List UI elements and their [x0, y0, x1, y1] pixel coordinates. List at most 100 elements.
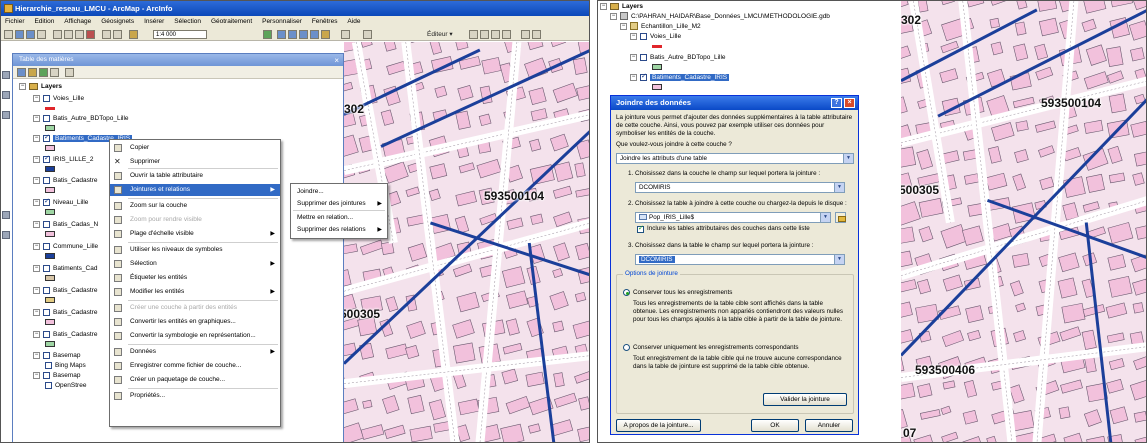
paste-icon[interactable] — [75, 30, 84, 39]
cancel-button[interactable]: Annuler — [805, 419, 853, 432]
layer-visibility-checkbox[interactable] — [640, 32, 647, 40]
menu-selection[interactable]: Sélection — [174, 18, 201, 25]
collapse-icon[interactable]: − — [19, 82, 26, 90]
menu-edition[interactable]: Edition — [34, 18, 54, 25]
layer-visibility-checkbox[interactable] — [640, 53, 647, 61]
include-layer-tables-checkbox[interactable] — [637, 224, 644, 233]
tree-root[interactable]: − Layers — [600, 2, 643, 12]
toc-layer-row[interactable]: − Batis_Cadastre — [33, 176, 97, 186]
menu-affichage[interactable]: Affichage — [64, 18, 91, 25]
tree-dataset[interactable]: − Echantillon_Lille_M2 — [620, 22, 701, 32]
tree-layer-row[interactable]: − Batiments_Cadastre_IRIS — [630, 72, 730, 83]
context-menu-item[interactable]: Sélection ▶ — [110, 258, 280, 270]
submenu-item[interactable]: Supprimer des relations ▶ — [291, 224, 387, 236]
sketch-tool-icon[interactable] — [480, 30, 489, 39]
collapse-icon[interactable]: − — [630, 53, 637, 61]
list-by-selection-icon[interactable] — [50, 68, 59, 77]
context-menu-item[interactable]: Utiliser les niveaux de symboles — [110, 244, 280, 256]
toc-layer-row[interactable]: − Batis_Autre_BDTopo_Lille — [33, 114, 129, 124]
map-view-right[interactable]: 302 593500104 500305 593500406 07 — [901, 1, 1146, 442]
search-window-icon[interactable] — [299, 30, 308, 39]
python-icon[interactable] — [321, 30, 330, 39]
context-menu-item[interactable]: ✕ Supprimer — [110, 156, 280, 168]
list-by-source-icon[interactable] — [28, 68, 37, 77]
help-icon[interactable] — [363, 30, 372, 39]
toc-layer-row[interactable]: − IRIS_LILLE_2 — [33, 154, 93, 165]
collapse-icon[interactable]: − — [33, 351, 40, 359]
layer-symbol-swatch[interactable] — [45, 107, 55, 110]
collapse-icon[interactable]: − — [33, 220, 40, 228]
trace-icon[interactable] — [502, 30, 511, 39]
collapse-icon[interactable]: − — [33, 176, 40, 184]
layer-symbol-swatch[interactable] — [45, 209, 55, 215]
layer-visibility-checkbox[interactable] — [43, 242, 50, 250]
table-join-field-select[interactable]: DCOMIRIS ▼ — [635, 254, 845, 265]
add-data-icon[interactable] — [129, 30, 138, 39]
ok-button[interactable]: OK — [751, 419, 799, 432]
menu-fichier[interactable]: Fichier — [5, 18, 25, 25]
context-menu-item[interactable]: Ouvrir la table attributaire — [110, 170, 280, 182]
menu-inserer[interactable]: Insérer — [144, 18, 164, 25]
toc-layer-row[interactable]: − Voies_Lille — [33, 94, 84, 104]
list-by-visibility-icon[interactable] — [39, 68, 48, 77]
context-menu-item[interactable]: Convertir les entités en graphiques... — [110, 316, 280, 328]
layer-visibility-checkbox[interactable] — [43, 330, 50, 338]
chevron-down-icon[interactable]: ▼ — [834, 255, 844, 264]
collapse-icon[interactable]: − — [630, 73, 637, 81]
toc-layer-row[interactable]: − Batis_Cadastre — [33, 286, 97, 296]
toc-root[interactable]: − Layers — [19, 82, 62, 92]
toc-layer-row[interactable]: − Batis_Cadastre — [33, 308, 97, 318]
context-menu-item[interactable]: Enregistrer comme fichier de couche... — [110, 360, 280, 372]
context-menu-item[interactable]: Jointures et relations ▶ — [110, 184, 280, 196]
toc-layer-row[interactable]: − Basemap — [33, 351, 80, 361]
arcmap-titlebar[interactable]: Hierarchie_reseau_LMCU - ArcMap - ArcInf… — [1, 1, 589, 16]
context-menu-item[interactable]: Propriétés... — [110, 390, 280, 402]
collapse-icon[interactable]: − — [630, 32, 637, 40]
browse-folder-button[interactable] — [835, 212, 846, 223]
layer-symbol-swatch[interactable] — [45, 166, 55, 172]
map-view-left[interactable]: 302 593500104 500305 — [344, 42, 590, 443]
toolbox-dock-icon[interactable] — [2, 111, 10, 119]
layer-visibility-checkbox[interactable] — [43, 220, 50, 228]
layer-visibility-checkbox[interactable] — [43, 114, 50, 122]
menu-fenetres[interactable]: Fenêtres — [312, 18, 338, 25]
layer-visibility-checkbox[interactable] — [43, 286, 50, 294]
collapse-icon[interactable]: − — [610, 12, 617, 20]
layer-symbol-swatch[interactable] — [45, 125, 55, 131]
context-menu-item[interactable]: Zoom sur la couche — [110, 200, 280, 212]
context-menu-item[interactable]: Étiqueter les entités — [110, 272, 280, 284]
layer-symbol-swatch[interactable] — [45, 187, 55, 193]
cut-icon[interactable] — [53, 30, 62, 39]
toc-layer-row[interactable]: OpenStree — [45, 381, 86, 391]
chevron-down-icon[interactable]: ▼ — [834, 183, 844, 192]
join-table-select[interactable]: Pop_IRIS_Lille$ ▼ — [635, 212, 831, 223]
redo-icon[interactable] — [113, 30, 122, 39]
layer-visibility-checkbox[interactable] — [640, 72, 647, 82]
layer-visibility-checkbox[interactable] — [43, 197, 50, 207]
collapse-icon[interactable]: − — [33, 308, 40, 316]
sketch-properties-icon[interactable] — [532, 30, 541, 39]
chevron-down-icon[interactable]: ▼ — [843, 154, 853, 163]
toc-layer-row[interactable]: − Batiments_Cad — [33, 264, 97, 274]
menu-personnaliser[interactable]: Personnaliser — [262, 18, 302, 25]
layer-symbol-swatch[interactable] — [45, 253, 55, 259]
collapse-icon[interactable]: − — [33, 286, 40, 294]
model-builder-icon[interactable] — [341, 30, 350, 39]
chevron-down-icon[interactable]: ▼ — [820, 213, 830, 222]
submenu-item[interactable]: Mettre en relation... — [291, 212, 387, 224]
toc-layer-row[interactable]: − Niveau_Lille — [33, 197, 88, 208]
collapse-icon[interactable]: − — [620, 22, 627, 30]
keep-all-records-radio[interactable] — [623, 289, 630, 296]
toc-layer-row[interactable]: − Commune_Lille — [33, 242, 98, 252]
layer-join-field-select[interactable]: DCOMIRIS ▼ — [635, 182, 845, 193]
menu-geotraitement[interactable]: Géotraitement — [211, 18, 252, 25]
collapse-icon[interactable]: − — [33, 155, 40, 163]
context-menu-item[interactable]: Convertir la symbologie en représentatio… — [110, 330, 280, 342]
context-menu-item[interactable]: Copier — [110, 142, 280, 154]
collapse-icon[interactable]: − — [33, 242, 40, 250]
tree-layer-row[interactable]: − Voies_Lille — [630, 32, 681, 42]
collapse-icon[interactable]: − — [33, 371, 40, 379]
context-menu-item[interactable]: Données ▶ — [110, 346, 280, 358]
copy-icon[interactable] — [64, 30, 73, 39]
map-canvas-left[interactable] — [344, 42, 590, 443]
